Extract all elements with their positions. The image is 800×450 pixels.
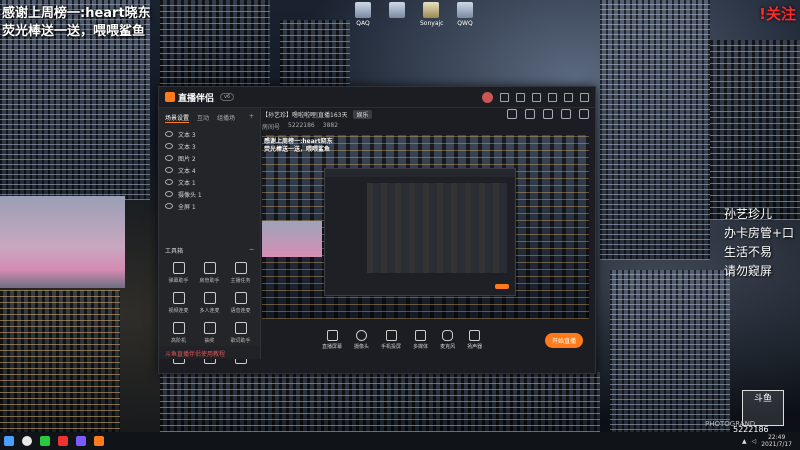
right-overlay-line: 请勿窥屏 (724, 264, 773, 278)
tab-interaction[interactable]: 互动 (197, 113, 209, 123)
camera-button[interactable]: 摄像头 (354, 330, 369, 350)
watermark: PHOTOGRAND (705, 420, 756, 428)
tab-group[interactable]: 组播场 (217, 113, 235, 123)
room-info: 房间号 5222186 3882 (262, 122, 338, 131)
tool-tasks[interactable]: 主播任务 (225, 262, 256, 284)
app-icon[interactable] (58, 436, 68, 446)
category-badge[interactable]: 娱乐 (353, 109, 372, 119)
streaming-app-window: 直播伴侣 v6 场景设置 互动 组播场 + 文本 3 文本 3 图片 2 文本 … (158, 86, 596, 374)
tool-video-link[interactable]: 视频连麦 (163, 292, 194, 314)
minimize-icon[interactable] (548, 92, 557, 102)
mail-icon[interactable] (500, 92, 509, 102)
start-stream-button[interactable]: 开始直播 (544, 332, 583, 348)
desktop-icon[interactable]: QWQ (454, 2, 476, 27)
follower-count: 3882 (322, 122, 339, 129)
eye-icon[interactable] (165, 191, 173, 197)
scene-item[interactable]: 全屏 1 (159, 200, 260, 212)
wechat-icon[interactable] (40, 436, 50, 446)
eye-icon[interactable] (165, 179, 173, 185)
desktop-icon[interactable]: Sonyajc (420, 2, 443, 27)
print-icon[interactable] (525, 109, 535, 119)
scene-panel: 场景设置 互动 组播场 + 文本 3 文本 3 图片 2 文本 4 文本 1 摄… (159, 108, 261, 364)
app-logo: 直播伴侣 (165, 91, 214, 104)
tool-room-admin[interactable]: 房管助手 (194, 262, 225, 284)
stream-overlay-line-2: 荧光棒送一送，喂喂鲨鱼 (2, 24, 146, 39)
media-button[interactable]: 多媒体 (413, 330, 428, 350)
app-logo-icon (165, 92, 175, 102)
camera-overlay-image (0, 196, 125, 288)
right-overlay-line: 生活不易 (724, 245, 773, 259)
follow-label: !关注 (759, 5, 796, 23)
add-scene-icon[interactable]: + (249, 113, 254, 123)
phone-cast-button[interactable]: 手机投屏 (381, 330, 401, 350)
windows-start-icon[interactable] (4, 436, 14, 446)
scene-item[interactable]: 文本 4 (159, 164, 260, 176)
stream-preview[interactable]: 感谢上周榜一:heart晓东 荧光棒送一送，喂喂鲨鱼 (262, 135, 589, 319)
preview-camera-image (262, 221, 322, 257)
version-badge: v6 (220, 93, 235, 101)
eye-icon[interactable] (165, 167, 173, 173)
system-tray: ▲ ◁ 22:49 2021/7/17 (742, 434, 800, 448)
microphone-button[interactable]: 麦克风 (440, 330, 455, 350)
nested-preview-window (324, 168, 516, 296)
volume-icon[interactable]: ◁ (752, 438, 757, 445)
eye-icon[interactable] (165, 143, 173, 149)
eye-icon[interactable] (165, 155, 173, 161)
layout-icon[interactable] (543, 109, 553, 119)
desktop-icon[interactable]: QAQ (352, 2, 374, 27)
screen-share-button[interactable]: 直播屏幕 (322, 330, 342, 350)
scene-item[interactable]: 图片 2 (159, 152, 260, 164)
toolbox-label: 工具箱 (165, 248, 184, 255)
app-titlebar[interactable]: 直播伴侣 v6 (159, 87, 595, 108)
toolbox-collapse-icon[interactable]: − (249, 246, 254, 255)
tab-scenes[interactable]: 场景设置 (165, 113, 190, 123)
right-overlay-line: 孙艺珍儿 (724, 207, 773, 221)
eye-icon[interactable] (165, 203, 173, 209)
scene-item[interactable]: 文本 1 (159, 176, 260, 188)
status-bar (262, 361, 589, 371)
link-icon[interactable] (579, 109, 589, 119)
stream-title[interactable]: 【孙艺珍】噜啦啦哩|直播163天 (262, 110, 347, 119)
skin-icon[interactable] (516, 92, 525, 102)
scene-item[interactable]: 摄像头 1 (159, 188, 260, 200)
eye-icon[interactable] (165, 131, 173, 137)
network-icon[interactable]: ▲ (742, 438, 747, 445)
streaming-app-taskbar-icon[interactable] (94, 436, 104, 446)
source-actions-bar: 直播屏幕 摄像头 手机投屏 多媒体 麦克风 扬声器 开始直播 (262, 325, 589, 355)
taskbar: ▲ ◁ 22:49 2021/7/17 (0, 432, 800, 450)
tool-lyrics[interactable]: 歌词助手 (225, 322, 256, 344)
tool-voice-link[interactable]: 语音连麦 (225, 292, 256, 314)
bell-icon[interactable] (561, 109, 571, 119)
avatar[interactable] (482, 91, 493, 103)
tutorial-notice[interactable]: 斗鱼直播伴侣使用教程 (159, 346, 260, 359)
stream-overlay-line-1: 感谢上周榜一:heart晓东 (2, 6, 151, 21)
maximize-icon[interactable] (564, 92, 573, 102)
room-label: 房间号 (262, 124, 281, 131)
scene-item[interactable]: 文本 3 (159, 140, 260, 152)
tool-multi-link[interactable]: 多人连麦 (194, 292, 225, 314)
speaker-button[interactable]: 扬声器 (467, 330, 482, 350)
tool-lottery[interactable]: 抽奖 (194, 322, 225, 344)
desktop-icon[interactable] (386, 2, 408, 27)
tool-advanced[interactable]: 高阶机 (163, 322, 194, 344)
chrome-icon[interactable] (22, 436, 32, 446)
right-overlay-text: 孙艺珍儿 办卡房管+口 生活不易 请勿窥屏 (724, 205, 794, 281)
app-icon[interactable] (76, 436, 86, 446)
preview-overlay-text: 感谢上周榜一:heart晓东 荧光棒送一送，喂喂鲨鱼 (264, 138, 333, 153)
tool-danmaku[interactable]: 弹幕助手 (163, 262, 194, 284)
stream-info-bar: 【孙艺珍】噜啦啦哩|直播163天 娱乐 (262, 109, 589, 119)
settings-icon[interactable] (532, 92, 541, 102)
desktop-icons: QAQ Sonyajc QWQ (352, 2, 476, 27)
room-id: 5222186 (288, 122, 315, 129)
close-icon[interactable] (580, 92, 589, 102)
scene-item[interactable]: 文本 3 (159, 128, 260, 140)
share-icon[interactable] (507, 109, 517, 119)
right-overlay-line: 办卡房管+口 (724, 226, 795, 240)
clock[interactable]: 22:49 2021/7/17 (761, 434, 792, 448)
